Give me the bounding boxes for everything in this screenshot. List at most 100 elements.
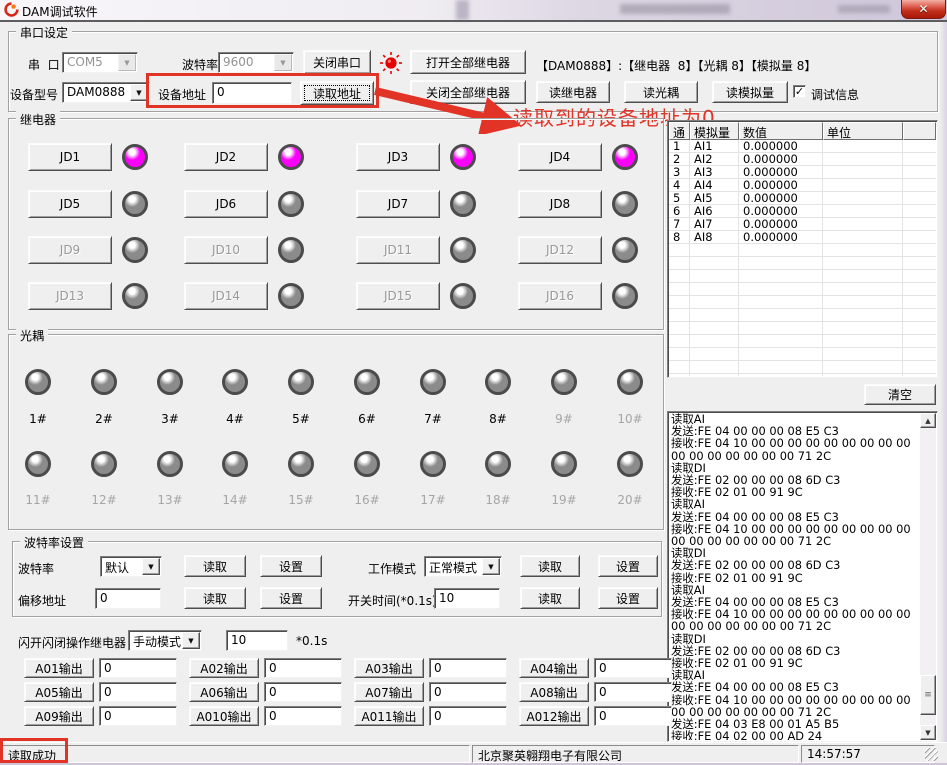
- chevron-down-icon[interactable]: ▼: [274, 54, 292, 71]
- output-button-ao11[interactable]: A011输出: [354, 706, 424, 726]
- read-opto-button[interactable]: 读光耦: [624, 81, 698, 103]
- relay-button-jd1[interactable]: JD1: [28, 143, 112, 171]
- col-header-extra[interactable]: [903, 122, 936, 140]
- offset-read-button[interactable]: 读取: [184, 587, 246, 609]
- offset-address-input[interactable]: 0: [95, 588, 161, 609]
- relay-button-jd5[interactable]: JD5: [28, 190, 112, 218]
- output-input-ao9[interactable]: 0: [99, 706, 177, 726]
- output-input-ao5[interactable]: 0: [99, 682, 177, 702]
- debug-log-panel[interactable]: 读取AI 发送:FE 04 00 00 00 08 E5 C3 接收:FE 04…: [667, 411, 938, 742]
- output-button-ao7[interactable]: A07输出: [354, 682, 424, 702]
- cell-value: 0.000000: [739, 140, 823, 153]
- col-header-analog[interactable]: 模拟量: [690, 122, 739, 140]
- output-button-ao6[interactable]: A06输出: [189, 682, 259, 702]
- baud2-combobox[interactable]: 默认 ▼: [100, 556, 162, 577]
- opto-label-4: 4#: [215, 412, 255, 426]
- chevron-down-icon[interactable]: ▼: [118, 54, 136, 71]
- app-icon: [4, 2, 19, 17]
- output-button-ao8[interactable]: A08输出: [519, 682, 589, 702]
- baud-set-button[interactable]: 设置: [260, 555, 322, 577]
- switch-time-input[interactable]: 10: [434, 588, 500, 609]
- output-input-ao11[interactable]: 0: [429, 706, 507, 726]
- relay-button-jd7[interactable]: JD7: [356, 190, 440, 218]
- relay-button-jd4[interactable]: JD4: [518, 143, 602, 171]
- work-mode-set-button[interactable]: 设置: [598, 555, 658, 577]
- table-row[interactable]: 8 AI8 0.000000: [669, 231, 936, 244]
- scroll-down-icon[interactable]: ▼: [920, 725, 936, 740]
- close-button[interactable]: ✕: [901, 0, 946, 19]
- relay-button-jd2[interactable]: JD2: [184, 143, 268, 171]
- relay-button-jd3[interactable]: JD3: [356, 143, 440, 171]
- opto-led-13: [157, 451, 183, 477]
- relay-led-jd5: [122, 191, 148, 217]
- col-header-value[interactable]: 数值: [739, 122, 823, 140]
- log-scrollbar[interactable]: ▲ ≡ ▼: [920, 413, 936, 740]
- opto-led-6: [354, 369, 380, 395]
- output-input-ao8[interactable]: 0: [594, 682, 672, 702]
- flash-mode-combobox[interactable]: 手动模式 ▼: [128, 630, 202, 651]
- scroll-up-icon[interactable]: ▲: [920, 413, 936, 428]
- analog-table: 通 模拟量 数值 单位 1 AI1 0.000000 2 AI2 0.00000…: [667, 120, 938, 378]
- output-input-ao7[interactable]: 0: [429, 682, 507, 702]
- output-input-ao3[interactable]: 0: [429, 658, 507, 678]
- col-header-unit[interactable]: 单位: [823, 122, 903, 140]
- table-row[interactable]: 7 AI7 0.000000: [669, 218, 936, 231]
- baudrate-combobox[interactable]: 9600 ▼: [218, 52, 294, 73]
- output-button-ao2[interactable]: A02输出: [189, 658, 259, 678]
- table-row[interactable]: 6 AI6 0.000000: [669, 205, 936, 218]
- device-model-combobox[interactable]: DAM0888 ▼: [62, 82, 150, 103]
- relay-button-jd6[interactable]: JD6: [184, 190, 268, 218]
- opto-led-19: [551, 451, 577, 477]
- flash-time-input[interactable]: 10: [226, 630, 288, 651]
- relay-button-jd15: JD15: [356, 282, 440, 310]
- output-button-ao1[interactable]: A01输出: [24, 658, 94, 678]
- opto-led-12: [91, 451, 117, 477]
- scrollbar-thumb[interactable]: ≡: [920, 675, 936, 715]
- cell-analog: AI5: [690, 192, 739, 205]
- output-button-ao5[interactable]: A05输出: [24, 682, 94, 702]
- output-input-ao12[interactable]: 0: [594, 706, 672, 726]
- table-row[interactable]: 1 AI1 0.000000: [669, 140, 936, 153]
- table-row[interactable]: 4 AI4 0.000000: [669, 179, 936, 192]
- read-analog-button[interactable]: 读模拟量: [712, 81, 788, 103]
- table-row[interactable]: 3 AI3 0.000000: [669, 166, 936, 179]
- work-mode-read-button[interactable]: 读取: [520, 555, 580, 577]
- work-mode-combobox[interactable]: 正常模式 ▼: [424, 556, 502, 577]
- output-input-ao10[interactable]: 0: [264, 706, 342, 726]
- output-input-ao4[interactable]: 0: [594, 658, 672, 678]
- table-row[interactable]: 5 AI5 0.000000: [669, 192, 936, 205]
- chevron-down-icon[interactable]: ▼: [182, 632, 200, 649]
- switch-time-read-button[interactable]: 读取: [520, 587, 580, 609]
- open-all-relays-button[interactable]: 打开全部继电器: [410, 50, 526, 74]
- output-input-ao6[interactable]: 0: [264, 682, 342, 702]
- chevron-down-icon[interactable]: ▼: [142, 558, 160, 575]
- cell-channel: 2: [669, 153, 690, 166]
- output-button-ao4[interactable]: A04输出: [519, 658, 589, 678]
- resize-grip[interactable]: [925, 748, 938, 761]
- cell-channel: 8: [669, 231, 690, 244]
- output-button-ao12[interactable]: A012输出: [519, 706, 589, 726]
- relay-led-jd8: [612, 191, 638, 217]
- baud-read-button[interactable]: 读取: [184, 555, 246, 577]
- output-button-ao10[interactable]: A010输出: [189, 706, 259, 726]
- output-input-ao1[interactable]: 0: [99, 658, 177, 678]
- output-input-ao2[interactable]: 0: [264, 658, 342, 678]
- relay-button-jd8[interactable]: JD8: [518, 190, 602, 218]
- port-combobox[interactable]: COM5 ▼: [62, 52, 138, 73]
- relay-led-jd12: [612, 237, 638, 263]
- offset-set-button[interactable]: 设置: [260, 587, 322, 609]
- output-button-ao3[interactable]: A03输出: [354, 658, 424, 678]
- read-relay-button[interactable]: 读继电器: [536, 81, 610, 103]
- relay-led-jd9: [122, 237, 148, 263]
- output-button-ao9[interactable]: A09输出: [24, 706, 94, 726]
- opto-label-10: 10#: [610, 412, 650, 426]
- col-header-channel[interactable]: 通: [669, 122, 690, 140]
- cell-unit: [823, 140, 903, 153]
- switch-time-set-button[interactable]: 设置: [598, 587, 658, 609]
- table-row[interactable]: 2 AI2 0.000000: [669, 153, 936, 166]
- chevron-down-icon[interactable]: ▼: [482, 558, 500, 575]
- clear-log-button[interactable]: 清空: [864, 384, 936, 405]
- close-port-button[interactable]: 关闭串口: [303, 50, 371, 74]
- debug-info-checkbox[interactable]: ✓: [793, 85, 806, 98]
- cell-value: 0.000000: [739, 153, 823, 166]
